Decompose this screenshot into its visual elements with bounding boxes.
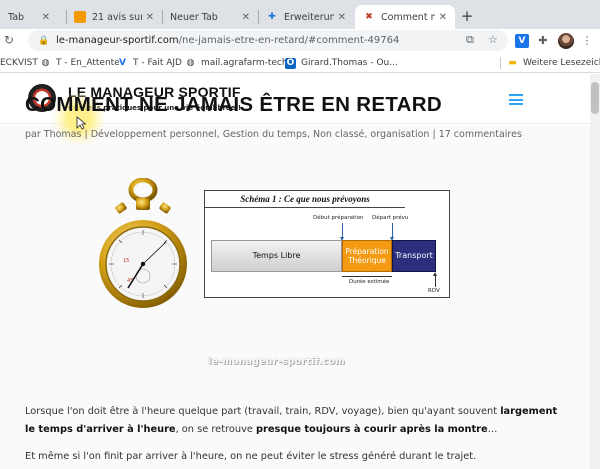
tab-2[interactable]: 21 avis sur Un ✕ <box>66 5 162 29</box>
v-icon: V <box>119 57 126 68</box>
bar-preparation: Préparation Théorique <box>342 240 392 272</box>
tab-3[interactable]: Neuer Tab ✕ <box>162 5 258 29</box>
text-bold: le temps d'arriver à l'heure <box>25 424 176 435</box>
tab-1[interactable]: Tab ✕ <box>0 5 58 29</box>
bookmark-label: T - Fait AJD <box>133 58 182 68</box>
url-host: le-manageur-sportif.com <box>56 35 179 46</box>
extensions-icon[interactable]: ✚ <box>536 34 550 48</box>
bookmark-mail[interactable]: ◍ mail.agrafarm-tech... <box>185 56 297 70</box>
label-debut-preparation: Début préparation <box>313 215 364 221</box>
url-path: /ne-jamais-etre-en-retard/#comment-49764 <box>178 35 400 46</box>
article-meta: par Thomas | Développement personnel, Ge… <box>25 129 522 140</box>
tab-title: 21 avis sur Un <box>92 11 142 23</box>
tab-title: Neuer Tab <box>170 11 218 23</box>
bookmark-eckvist[interactable]: ECKVIST <box>0 56 38 70</box>
bar-transport: Transport <box>392 240 436 272</box>
arrow-rdv <box>433 272 437 287</box>
text-bold: presque toujours à courir après la montr… <box>256 424 488 435</box>
menu-icon[interactable]: ⋮ <box>580 34 594 48</box>
bar-temps-libre: Temps Libre <box>211 240 342 272</box>
tab-strip: Tab ✕ 21 avis sur Un ✕ Neuer Tab ✕ ✚ Erw… <box>0 0 600 29</box>
mouse-cursor-icon <box>76 116 86 130</box>
comments-link[interactable]: 17 commentaires <box>439 129 522 140</box>
tab-title: Tab <box>8 11 25 23</box>
text-span: , on se retrouve <box>175 424 257 435</box>
image-watermark: le-manageur-sportif.com <box>208 357 346 367</box>
label-rdv: RDV <box>428 288 440 294</box>
label-duree-estimee: Durée estimée <box>349 279 390 285</box>
close-icon[interactable]: ✕ <box>242 12 250 23</box>
author-link[interactable]: Thomas <box>44 129 82 140</box>
bookmark-more[interactable]: ▬ Weitere Lesezeichen <box>507 56 600 70</box>
text-span: Lorsque l'on doit être à l'heure quelque… <box>25 406 501 417</box>
star-icon[interactable]: ☆ <box>488 33 498 46</box>
puzzle-icon: ✚ <box>268 12 276 22</box>
schema-diagram: Schéma 1 : Ce que nous prévoyons Début p… <box>204 190 450 298</box>
bookmark-en-attente[interactable]: ◍ T - En_Attente <box>40 56 120 70</box>
lock-icon[interactable]: 🔒 <box>38 36 50 46</box>
reload-icon[interactable]: ↻ <box>4 33 14 47</box>
duree-line <box>342 276 392 277</box>
text-bold: largement <box>500 406 558 417</box>
translate-icon[interactable]: ⧉ <box>466 33 474 47</box>
scrollbar[interactable] <box>590 74 600 469</box>
bookmark-outlook[interactable]: O Girard.Thomas - Ou... <box>285 56 398 70</box>
paragraph-1-line-2: le temps d'arriver à l'heure, on se retr… <box>25 421 497 439</box>
v-extension-icon[interactable]: V <box>515 34 529 48</box>
toolbar: ↻ 🔒 le-manageur-sportif.com/ne-jamais-et… <box>0 29 600 53</box>
meta-separator: | <box>432 129 436 140</box>
tab-4[interactable]: ✚ Erweiterungen ✕ <box>258 5 354 29</box>
address-bar[interactable]: 🔒 le-manageur-sportif.com/ne-jamais-etre… <box>28 30 508 51</box>
bar-prep-line2: Théorique <box>348 256 386 265</box>
close-icon[interactable]: ✕ <box>42 12 50 23</box>
meta-separator: | <box>84 129 88 140</box>
scroll-thumb[interactable] <box>591 82 599 114</box>
text-span: … <box>487 424 498 435</box>
bookmark-label: Girard.Thomas - Ou... <box>301 58 398 68</box>
paragraph-2: Et même si l'on finit par arriver à l'he… <box>25 451 477 462</box>
tab-5-active[interactable]: ✖ Comment ne ja ✕ <box>355 5 455 29</box>
bookmark-fait-ajd[interactable]: V T - Fait AJD <box>117 56 182 70</box>
article-title: COMMENT NE JAMAIS ÊTRE EN RETARD <box>25 93 442 116</box>
outlook-icon: O <box>285 57 296 69</box>
globe-icon: ◍ <box>41 57 50 68</box>
bookmark-label: T - En_Attente <box>56 58 120 68</box>
stopwatch-illustration: 45 15 <box>99 178 187 308</box>
category-links[interactable]: Développement personnel, Gestion du temp… <box>91 129 430 140</box>
label-depart-prevu: Départ prévu <box>372 215 409 221</box>
bookmarks-bar: ECKVIST ◍ T - En_Attente V T - Fait AJD … <box>0 53 600 73</box>
bookmark-label: Weitere Lesezeichen <box>523 58 600 68</box>
close-icon[interactable]: ✕ <box>338 12 346 23</box>
avatar[interactable] <box>558 33 574 49</box>
folder-icon: ▬ <box>508 57 517 68</box>
close-icon[interactable]: ✕ <box>439 12 447 23</box>
close-icon[interactable]: ✕ <box>146 12 154 23</box>
paragraph-1-line-1: Lorsque l'on doit être à l'heure quelque… <box>25 403 557 421</box>
bookmark-label: ECKVIST <box>0 58 38 68</box>
diagram-title: Schéma 1 : Ce que nous prévoyons <box>240 194 370 204</box>
bookmark-label: mail.agrafarm-tech... <box>201 58 297 68</box>
hamburger-menu-icon[interactable] <box>509 94 523 105</box>
tab-title: Comment ne ja <box>381 11 435 23</box>
arrow-debut <box>340 223 344 241</box>
new-tab-button[interactable]: + <box>458 7 476 25</box>
globe-icon: ◍ <box>186 57 195 68</box>
orange-square-icon <box>74 11 86 23</box>
bar-prep-line1: Préparation <box>345 247 389 256</box>
tab-title: Erweiterungen <box>284 11 334 23</box>
meta-by: par <box>25 129 41 140</box>
svg-text:15: 15 <box>123 258 129 264</box>
site-favicon: ✖ <box>365 12 373 22</box>
arrow-depart <box>390 223 394 241</box>
